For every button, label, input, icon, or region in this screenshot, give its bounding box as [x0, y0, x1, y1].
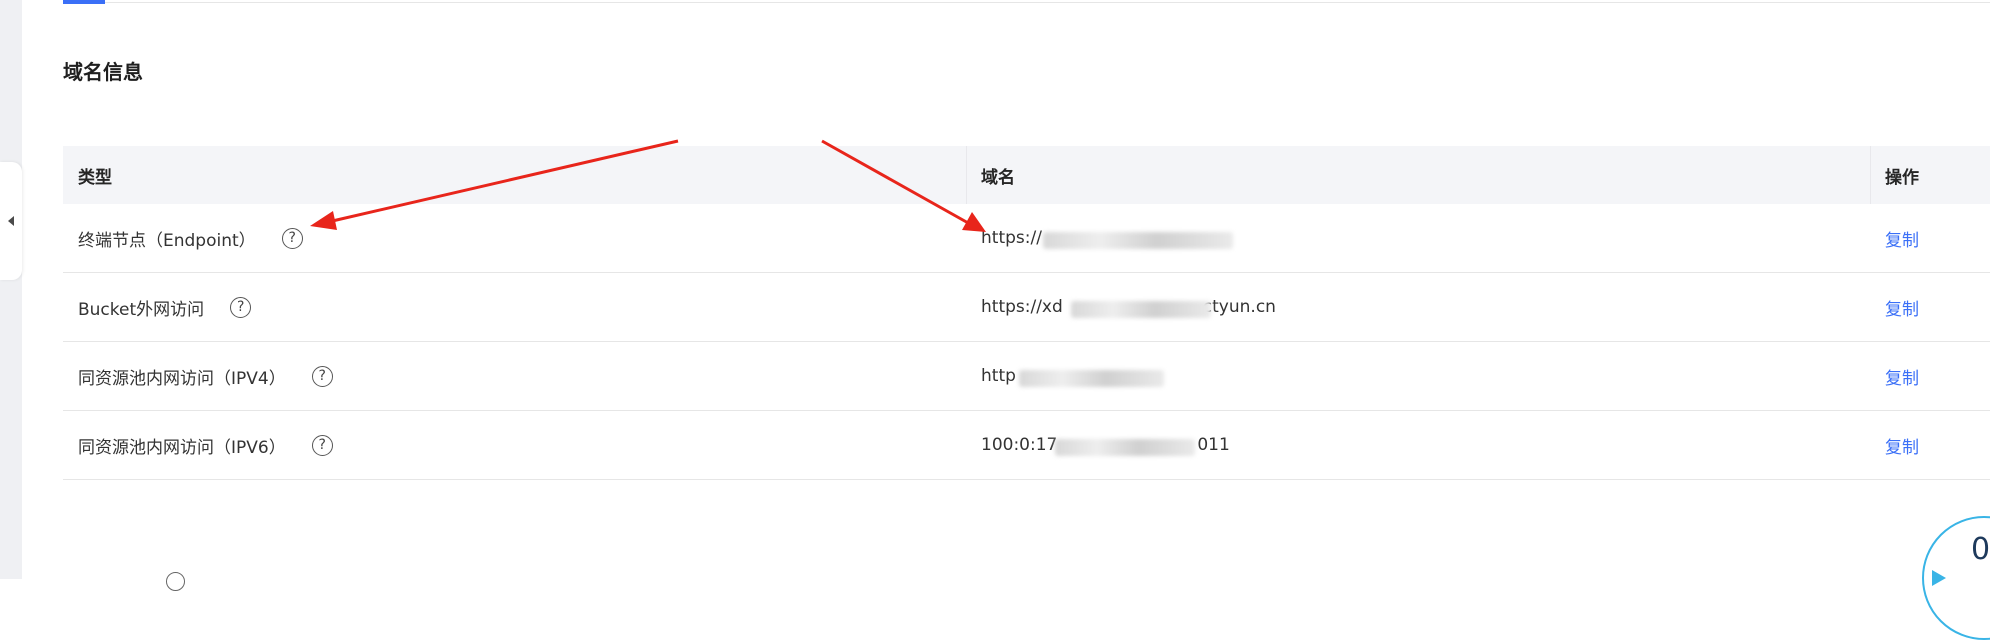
redacted-blur: [1043, 232, 1233, 249]
header-action: 操作: [1885, 167, 1919, 188]
domain-text-suffix: 011: [1197, 435, 1230, 455]
domain-text: https://: [981, 228, 1042, 248]
copy-button[interactable]: 复制: [1885, 295, 1919, 320]
action-cell: 复制: [1885, 204, 1919, 272]
type-cell: 终端节点（Endpoint） ?: [78, 204, 303, 272]
section-title: 域名信息: [63, 60, 143, 84]
domain-cell: http: [981, 342, 1164, 410]
domain-text: http: [981, 366, 1016, 386]
copy-button[interactable]: 复制: [1885, 433, 1919, 458]
redacted-blur: [1055, 439, 1195, 456]
active-tab-indicator: [63, 0, 105, 4]
action-cell: 复制: [1885, 342, 1919, 410]
type-label: 同资源池内网访问（IPV6）: [78, 437, 286, 458]
domain-cell: https://xd ctyun.cn: [981, 273, 1276, 341]
help-circle-icon[interactable]: ?: [281, 227, 303, 249]
type-label: 终端节点（Endpoint）: [78, 230, 256, 251]
type-cell: Bucket外网访问 ?: [78, 273, 252, 341]
domain-value: 100:0:17 011: [981, 435, 1230, 456]
badge-count: 0: [1971, 532, 1990, 567]
type-label: 同资源池内网访问（IPV4）: [78, 368, 286, 389]
type-cell: 同资源池内网访问（IPV4） ?: [78, 342, 333, 410]
floating-assistant-badge[interactable]: 0: [1922, 516, 1990, 640]
domain-value: https://: [981, 228, 1233, 249]
copy-button[interactable]: 复制: [1885, 226, 1919, 251]
action-cell: 复制: [1885, 411, 1919, 479]
column-divider: [1870, 146, 1871, 204]
header-domain: 域名: [981, 167, 1015, 188]
domain-value: http: [981, 366, 1164, 387]
help-circle-icon[interactable]: ?: [311, 365, 333, 387]
action-cell: 复制: [1885, 273, 1919, 341]
table-row-bucket-public: Bucket外网访问 ? https://xd ctyun.cn 复制: [63, 273, 1990, 342]
table-row-ipv6: 同资源池内网访问（IPV6） ? 100:0:17 011 复制: [63, 411, 1990, 480]
type-label: Bucket外网访问: [78, 299, 205, 320]
domain-value: https://xd ctyun.cn: [981, 297, 1276, 318]
help-circle-icon[interactable]: ?: [230, 296, 252, 318]
table-header: 类型 域名 操作: [63, 146, 1990, 204]
domain-cell: 100:0:17 011: [981, 411, 1230, 479]
domain-table: 类型 域名 操作 终端节点（Endpoint） ? https:// 复制 Bu…: [63, 146, 1990, 480]
table-row-ipv4: 同资源池内网访问（IPV4） ? http 复制: [63, 342, 1990, 411]
domain-cell: https://: [981, 204, 1233, 272]
tab-bar-divider: [63, 2, 1990, 3]
copy-button[interactable]: 复制: [1885, 364, 1919, 389]
type-cell: 同资源池内网访问（IPV6） ?: [78, 411, 333, 479]
domain-text: 100:0:17: [981, 435, 1058, 455]
play-icon: [1932, 570, 1946, 586]
column-divider: [966, 146, 967, 204]
help-circle-icon[interactable]: ?: [311, 434, 333, 456]
caret-left-icon: [8, 216, 14, 226]
redacted-blur: [1071, 301, 1211, 318]
header-type: 类型: [78, 167, 112, 188]
left-rail: [0, 0, 22, 579]
table-row-endpoint: 终端节点（Endpoint） ? https:// 复制: [63, 204, 1990, 273]
domain-text: https://xd: [981, 297, 1063, 317]
help-circle-icon-partial[interactable]: [166, 572, 185, 591]
sidebar-collapse-toggle[interactable]: [0, 162, 22, 280]
redacted-blur: [1019, 370, 1164, 387]
domain-text-suffix: ctyun.cn: [1202, 297, 1276, 317]
